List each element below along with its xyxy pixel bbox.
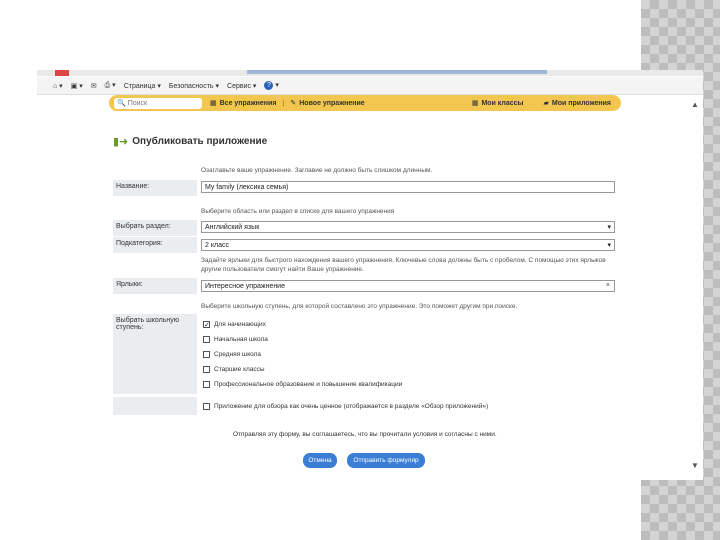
folder-icon: ▰ (543, 100, 549, 107)
checkbox-icon[interactable] (203, 351, 210, 358)
agree-text: Отправляя эту форму, вы соглашаетесь, чт… (233, 431, 497, 438)
publish-icon: ▮➜ (113, 136, 129, 148)
subcategory-select[interactable]: 2 класс ▾ (201, 239, 615, 251)
page-menu[interactable]: Страница ▾ (124, 82, 161, 90)
section-hint: Выберите область или раздел в списке для… (201, 208, 395, 215)
checkbox-icon[interactable] (203, 381, 210, 388)
scroll-up-icon[interactable]: ▲ (691, 100, 699, 109)
tags-hint-line-1: Задайте ярлыки для быстрого нахождения в… (201, 257, 606, 264)
checkbox-checked-icon[interactable]: ✓ (203, 321, 210, 329)
nav-all-exercises[interactable]: ▦ Все упражнения (210, 99, 276, 108)
browser-tab-indicator (55, 70, 69, 76)
print-icon[interactable]: ⎙ ▾ (105, 81, 116, 90)
classes-icon: ▦ (471, 100, 479, 107)
valuable-option[interactable]: Приложение для обзора как очень ценное (… (203, 403, 488, 410)
pencil-icon: ✎ (290, 100, 297, 107)
section-select[interactable]: Английский язык ▾ (201, 221, 615, 233)
tags-input[interactable]: Интересное упражнение × (201, 280, 615, 292)
cancel-button[interactable]: Отмена (303, 453, 337, 468)
search-icon: 🔍 (117, 100, 126, 107)
level-option[interactable]: Начальная школа (203, 336, 268, 343)
checkbox-icon[interactable] (203, 403, 210, 410)
chevron-down-icon: ▾ (607, 242, 611, 249)
search-box[interactable]: 🔍 (114, 97, 202, 109)
level-option[interactable]: Средняя школа (203, 351, 261, 358)
site-nav-bar: 🔍 ▦ Все упражнения | ✎ Новое упражнение … (109, 95, 621, 111)
nav-new-exercise[interactable]: ✎ Новое упражнение (290, 99, 364, 108)
submit-button[interactable]: Отправить формуляр (347, 453, 425, 468)
checkbox-icon[interactable] (203, 336, 210, 343)
browser-command-bar: ⌂ ▾ ▣ ▾ ✉ ⎙ ▾ Страница ▾ Безопасность ▾ … (37, 77, 703, 95)
section-label: Выбрать раздел: (113, 220, 197, 236)
level-option[interactable]: ✓ Для начинающих (203, 321, 266, 329)
browser-address-edge (247, 70, 547, 74)
valuable-label-cell (113, 397, 197, 415)
level-hint: Выберите школьную ступень, для которой с… (201, 303, 518, 310)
close-icon[interactable]: × (606, 282, 610, 289)
level-option[interactable]: Профессиональное образование и повышение… (203, 381, 402, 388)
page-title: ▮➜ Опубликовать приложение (113, 136, 268, 148)
checkbox-icon[interactable] (203, 366, 210, 373)
browser-tabstrip-edge (37, 70, 703, 76)
name-input[interactable]: My family (лексика семья) (201, 181, 615, 193)
nav-my-apps[interactable]: ▰ Мои приложения (543, 99, 611, 108)
name-hint: Озаглавьте ваше упражнение. Заглавие не … (201, 167, 433, 174)
subcategory-label: Подкатегория: (113, 237, 197, 253)
nav-divider: | (282, 99, 285, 107)
help-icon[interactable]: ? ▾ (264, 81, 279, 90)
tags-hint-line-2: другие пользователи смогут найти Ваше уп… (201, 266, 364, 273)
browser-screenshot: ⌂ ▾ ▣ ▾ ✉ ⎙ ▾ Страница ▾ Безопасность ▾ … (37, 70, 703, 480)
tags-label: Ярлыки: (113, 278, 197, 294)
chevron-down-icon: ▾ (607, 224, 611, 231)
security-menu[interactable]: Безопасность ▾ (169, 82, 219, 90)
grid-icon: ▦ (210, 100, 217, 107)
name-label: Название: (113, 180, 197, 196)
level-option[interactable]: Старшие классы (203, 366, 265, 373)
service-menu[interactable]: Сервис ▾ (227, 82, 256, 90)
vertical-scrollbar[interactable]: ▲ ▼ (691, 100, 699, 470)
mail-icon[interactable]: ✉ (91, 82, 97, 90)
level-label: Выбрать школьную ступень: (113, 314, 197, 394)
scroll-down-icon[interactable]: ▼ (691, 461, 699, 470)
home-icon[interactable]: ⌂ ▾ (53, 82, 63, 90)
nav-my-classes[interactable]: ▦ Мои классы (471, 99, 524, 108)
search-input[interactable] (125, 99, 198, 107)
feeds-icon[interactable]: ▣ ▾ (71, 82, 83, 90)
